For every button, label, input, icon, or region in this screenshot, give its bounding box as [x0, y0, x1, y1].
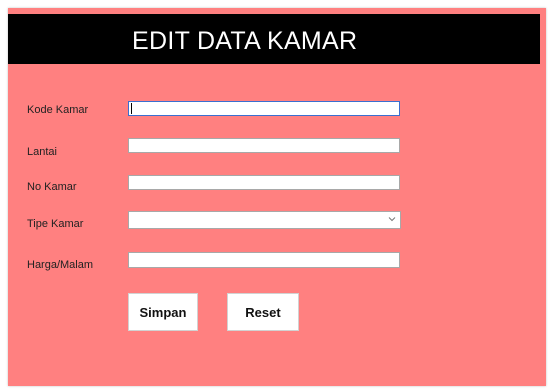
- page-title: EDIT DATA KAMAR: [132, 27, 358, 55]
- tipe-kamar-dropdown[interactable]: [128, 211, 401, 229]
- chevron-down-icon: [388, 217, 396, 222]
- label-kode-kamar: Kode Kamar: [27, 104, 89, 116]
- label-tipe-kamar: Tipe Kamar: [27, 218, 84, 230]
- lantai-input[interactable]: [128, 138, 400, 153]
- label-no-kamar: No Kamar: [27, 181, 77, 193]
- text-caret: [131, 103, 132, 114]
- harga-malam-input[interactable]: [128, 252, 400, 268]
- kode-kamar-input[interactable]: [128, 101, 400, 116]
- no-kamar-input[interactable]: [128, 175, 400, 190]
- label-harga-malam: Harga/Malam: [27, 259, 94, 271]
- simpan-button[interactable]: Simpan: [128, 293, 198, 331]
- label-lantai: Lantai: [27, 146, 57, 158]
- reset-button[interactable]: Reset: [227, 293, 299, 331]
